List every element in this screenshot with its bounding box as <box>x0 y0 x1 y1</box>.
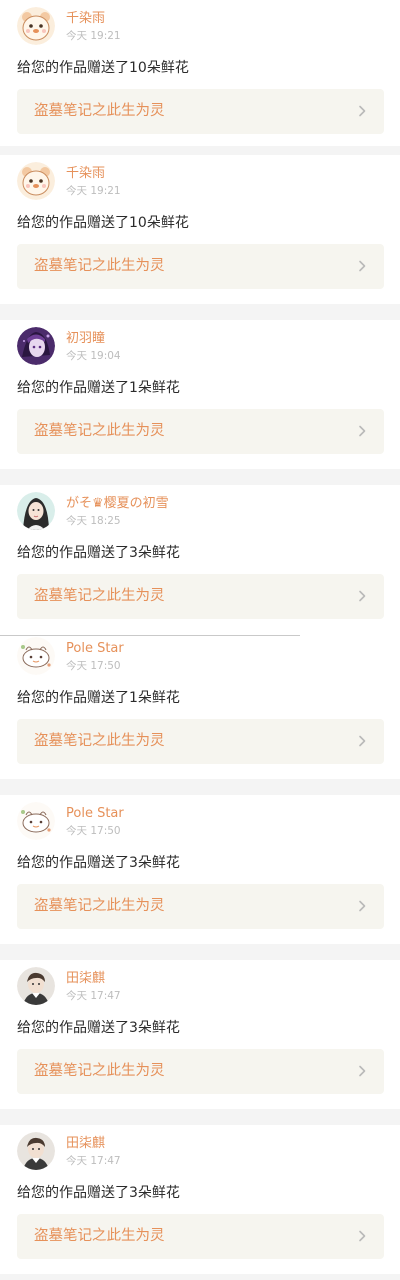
notification-card: 千染雨今天 19:21 给您的作品赠送了10朵鲜花盗墓笔记之此生为灵 <box>0 0 400 146</box>
gift-message: 给您的作品赠送了3朵鲜花 <box>17 1020 180 1036</box>
gift-message: 给您的作品赠送了1朵鲜花 <box>17 380 180 396</box>
work-title: 盗墓笔记之此生为灵 <box>34 1228 165 1244</box>
person-portrait-avatar-icon[interactable] <box>17 1132 55 1170</box>
gift-message: 给您的作品赠送了10朵鲜花 <box>17 60 189 76</box>
timestamp: 今天 17:50 <box>66 825 121 837</box>
work-title: 盗墓笔记之此生为灵 <box>34 103 165 119</box>
notification-card: Pole Star 今天 17:50 给您的作品赠送了3朵鲜花 盗墓笔记之此生为灵 <box>0 795 400 944</box>
username[interactable]: Pole Star <box>66 806 124 822</box>
cartoon-bear-avatar-icon[interactable] <box>17 162 55 200</box>
chevron-right-icon <box>355 589 369 603</box>
notification-card: 田柒麒今天 17:47 给您的作品赠送了3朵鲜花 盗墓笔记之此生为灵 <box>0 1125 400 1274</box>
timestamp: 今天 17:47 <box>66 990 121 1002</box>
work-link-button[interactable]: 盗墓笔记之此生为灵 <box>17 89 384 134</box>
work-link-button[interactable]: 盗墓笔记之此生为灵 <box>17 1049 384 1094</box>
work-title: 盗墓笔记之此生为灵 <box>34 898 165 914</box>
notification-card: 田柒麒今天 17:47 给您的作品赠送了3朵鲜花 盗墓笔记之此生为灵 <box>0 960 400 1109</box>
timestamp: 今天 18:25 <box>66 515 121 527</box>
chevron-right-icon <box>355 424 369 438</box>
chevron-right-icon <box>355 734 369 748</box>
username[interactable]: 田柒麒 <box>66 1136 105 1152</box>
anime-girl-avatar-icon[interactable] <box>17 327 55 365</box>
gift-message: 给您的作品赠送了3朵鲜花 <box>17 1185 180 1201</box>
work-title: 盗墓笔记之此生为灵 <box>34 1063 165 1079</box>
chevron-right-icon <box>355 1064 369 1078</box>
timestamp: 今天 17:47 <box>66 1155 121 1167</box>
gift-message: 给您的作品赠送了10朵鲜花 <box>17 215 189 231</box>
notification-card: Pole Star 今天 17:50 给您的作品赠送了1朵鲜花 盗墓笔记之此生为灵 <box>0 630 400 779</box>
gift-message: 给您的作品赠送了3朵鲜花 <box>17 855 180 871</box>
timestamp: 今天 17:50 <box>66 660 121 672</box>
doodle-animal-avatar-icon[interactable] <box>17 802 55 840</box>
gift-message: 给您的作品赠送了3朵鲜花 <box>17 545 180 561</box>
timestamp: 今天 19:04 <box>66 350 121 362</box>
gift-message: 给您的作品赠送了1朵鲜花 <box>17 690 180 706</box>
chevron-right-icon <box>355 1229 369 1243</box>
work-link-button[interactable]: 盗墓笔记之此生为灵 <box>17 409 384 454</box>
girl-portrait-avatar-icon[interactable] <box>17 492 55 530</box>
work-link-button[interactable]: 盗墓笔记之此生为灵 <box>17 884 384 929</box>
work-title: 盗墓笔记之此生为灵 <box>34 423 165 439</box>
work-title: 盗墓笔记之此生为灵 <box>34 258 165 274</box>
username[interactable]: がそ♛樱夏の初雪 <box>66 496 169 512</box>
notification-card: がそ♛樱夏の初雪今天 18:25 给您的作品赠送了3朵鲜花 盗墓笔记之此生为灵 <box>0 485 400 634</box>
work-link-button[interactable]: 盗墓笔记之此生为灵 <box>17 574 384 619</box>
divider-line <box>0 635 300 636</box>
chevron-right-icon <box>355 899 369 913</box>
work-link-button[interactable]: 盗墓笔记之此生为灵 <box>17 244 384 289</box>
username[interactable]: 千染雨 <box>66 166 105 182</box>
username[interactable]: 田柒麒 <box>66 971 105 987</box>
chevron-right-icon <box>355 104 369 118</box>
work-title: 盗墓笔记之此生为灵 <box>34 588 165 604</box>
work-link-button[interactable]: 盗墓笔记之此生为灵 <box>17 719 384 764</box>
doodle-animal-avatar-icon[interactable] <box>17 637 55 675</box>
timestamp: 今天 19:21 <box>66 185 121 197</box>
notification-card: 千染雨今天 19:21 给您的作品赠送了10朵鲜花盗墓笔记之此生为灵 <box>0 155 400 304</box>
timestamp: 今天 19:21 <box>66 30 121 42</box>
username[interactable]: 初羽瞳 <box>66 331 105 347</box>
cartoon-bear-avatar-icon[interactable] <box>17 7 55 45</box>
username[interactable]: 千染雨 <box>66 11 105 27</box>
work-link-button[interactable]: 盗墓笔记之此生为灵 <box>17 1214 384 1259</box>
notification-feed: 千染雨 今天 19:21 给您的作品赠送了10朵鲜花 盗墓笔记之此生为灵 千染雨 今天 1… <box>0 0 400 1280</box>
work-title: 盗墓笔记之此生为灵 <box>34 733 165 749</box>
notification-card: 初羽瞳今天 19:04 给您的作品赠送了1朵鲜花 盗墓笔记之此生为灵 <box>0 320 400 469</box>
username[interactable]: Pole Star <box>66 641 124 657</box>
person-portrait-avatar-icon[interactable] <box>17 967 55 1005</box>
chevron-right-icon <box>355 259 369 273</box>
